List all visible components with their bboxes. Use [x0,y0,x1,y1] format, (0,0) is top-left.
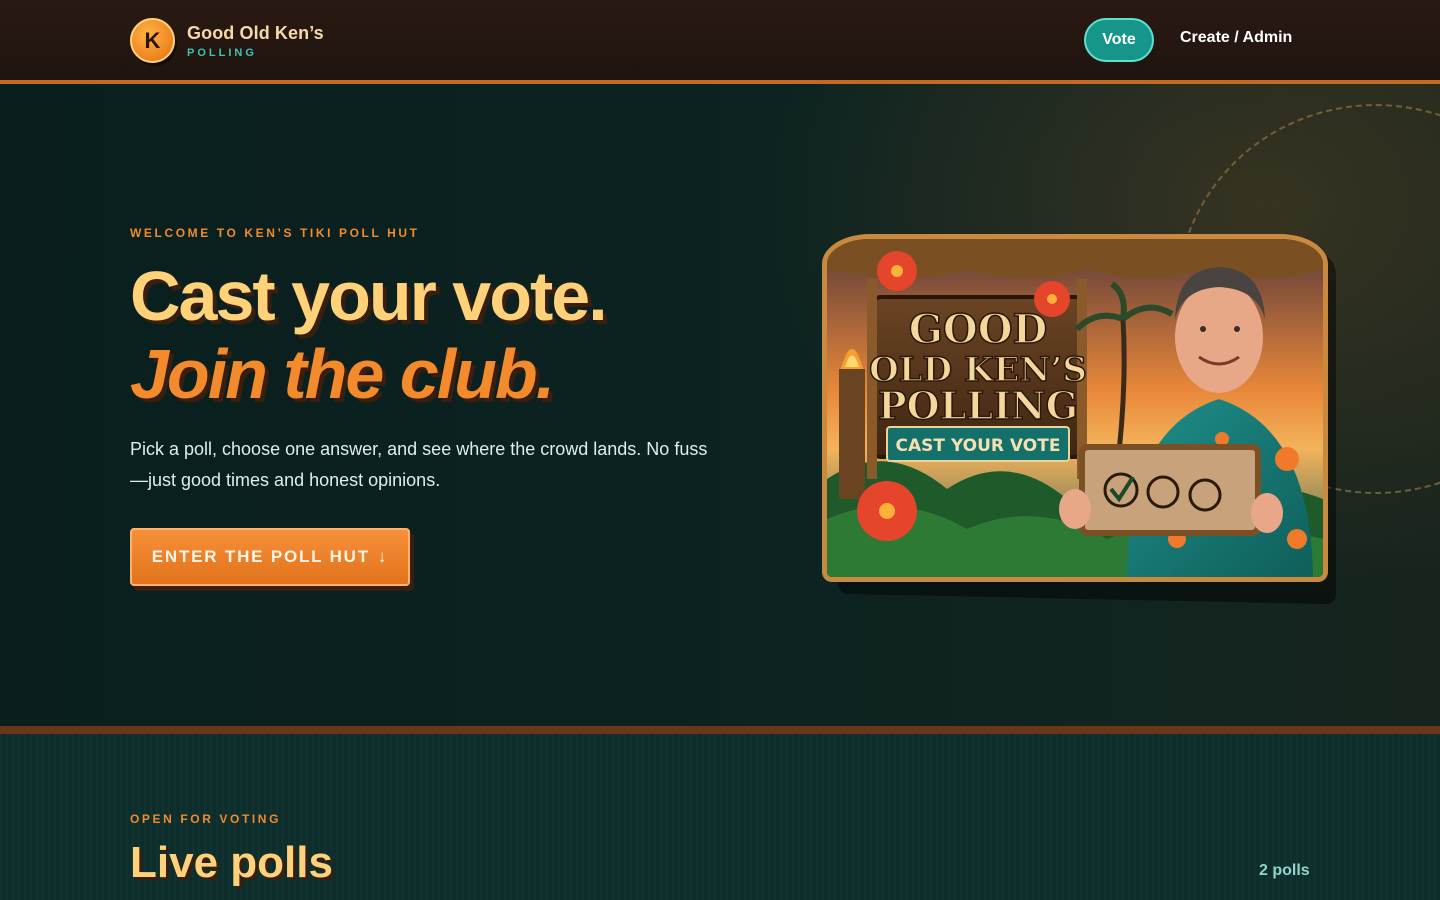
art-banner-text: CAST YOUR VOTE [896,436,1061,456]
live-polls-section: OPEN FOR VOTING Live polls 2 polls [0,734,1440,900]
brand-home-link[interactable]: K Good Old Ken’s POLLING [130,18,324,63]
art-sign-line3: POLLING [878,383,1078,428]
brand-text: Good Old Ken’s POLLING [187,23,324,59]
nav-vote-button[interactable]: Vote [1084,18,1154,62]
hero-headline-line2: Join the club. [130,335,555,413]
polls-title: Live polls [130,838,333,887]
hero-tiki-artwork: GOOD OLD KEN’S POLLING CAST YOUR VOTE [822,234,1328,582]
tiki-artwork-illustration: GOOD OLD KEN’S POLLING CAST YOUR VOTE [827,239,1323,577]
site-header: K Good Old Ken’s POLLING Vote Create / A… [0,0,1440,84]
cta-label: ENTER THE POLL HUT [151,547,370,566]
brand-logo-icon: K [130,18,175,63]
brand-subtitle: POLLING [187,46,257,59]
brand-name: Good Old Ken’s [187,22,324,43]
hero-description: Pick a poll, choose one answer, and see … [130,439,708,490]
enter-poll-hut-button[interactable]: ENTER THE POLL HUT ↓ [130,528,410,586]
arrow-down-icon: ↓ [377,547,389,566]
polls-count: 2 polls [1259,862,1310,879]
hero-section: WELCOME TO KEN’S TIKI POLL HUT Cast your… [0,84,1440,726]
hero-eyebrow: WELCOME TO KEN’S TIKI POLL HUT [130,226,420,240]
polls-eyebrow: OPEN FOR VOTING [130,812,282,826]
hero-headline-line1: Cast your vote. [130,257,608,335]
section-divider [0,726,1440,734]
art-sign-line1: GOOD [909,306,1048,353]
nav-create-admin-link[interactable]: Create / Admin [1180,29,1292,47]
